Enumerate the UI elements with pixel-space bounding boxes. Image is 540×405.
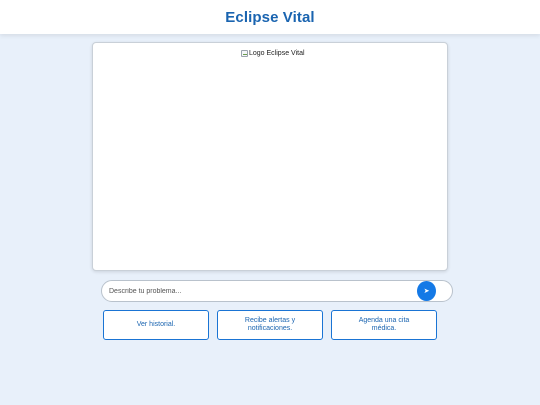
schedule-appointment-button[interactable]: Agenda una cita médica. bbox=[331, 310, 437, 340]
logo-alt-text: Logo Eclipse Vital bbox=[249, 50, 305, 57]
logo-image: Logo Eclipse Vital bbox=[241, 50, 305, 57]
message-input-bar: ➤ bbox=[101, 280, 453, 302]
alerts-notifications-button[interactable]: Recibe alertas y notificaciones. bbox=[217, 310, 323, 340]
page-title: Eclipse Vital bbox=[225, 8, 315, 26]
app-header: Eclipse Vital bbox=[0, 0, 540, 34]
send-icon: ➤ bbox=[423, 288, 430, 295]
send-button[interactable]: ➤ bbox=[417, 281, 436, 301]
broken-image-icon bbox=[241, 50, 248, 57]
chat-panel: Logo Eclipse Vital bbox=[92, 42, 448, 271]
quick-actions: Ver historial. Recibe alertas y notifica… bbox=[103, 310, 437, 340]
view-history-button[interactable]: Ver historial. bbox=[103, 310, 209, 340]
message-input[interactable] bbox=[102, 282, 412, 300]
